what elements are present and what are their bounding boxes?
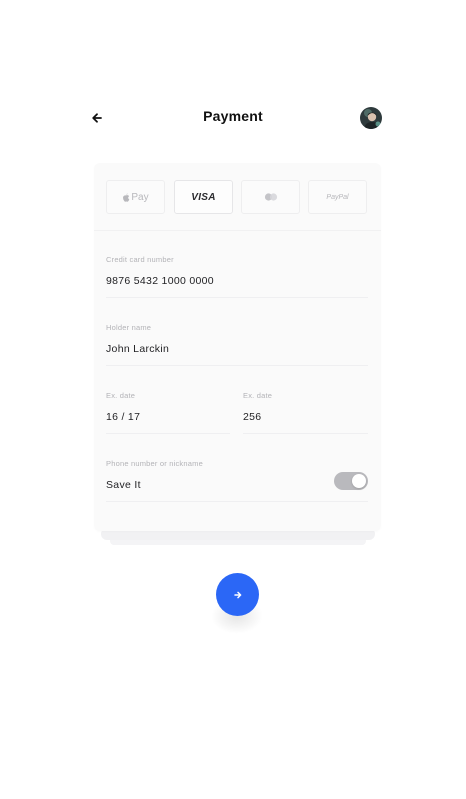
holder-name-input[interactable]: John Larckin (106, 343, 169, 355)
next-button[interactable] (216, 573, 259, 616)
save-text: Save It (106, 479, 141, 491)
cvv-label: Ex. date (243, 391, 273, 400)
visa-logo: VISA (191, 191, 216, 203)
page-title: Payment (203, 108, 263, 124)
mastercard-icon (264, 193, 277, 201)
method-mastercard[interactable] (241, 180, 300, 214)
cvv-input[interactable]: 256 (243, 411, 261, 423)
card-number-input[interactable]: 9876 5432 1000 0000 (106, 275, 214, 287)
paypal-logo: PayPal (326, 193, 349, 201)
payment-screen: Payment Pay VISA PayPal Credit card numb… (0, 0, 466, 799)
toggle-knob (352, 474, 366, 488)
payment-card: Pay VISA PayPal Credit card number 9876 … (94, 163, 381, 531)
method-paypal[interactable]: PayPal (308, 180, 367, 214)
card-number-label: Credit card number (106, 255, 174, 264)
arrow-right-icon (233, 591, 241, 598)
save-label: Phone number or nickname (106, 459, 203, 468)
holder-name-label: Holder name (106, 323, 152, 332)
field-underline (106, 365, 368, 366)
exp-date-input[interactable]: 16 / 17 (106, 411, 140, 423)
field-underline (106, 433, 230, 434)
method-apple-pay[interactable]: Pay (106, 180, 165, 214)
apple-icon (123, 192, 130, 202)
field-underline (106, 501, 368, 502)
method-visa[interactable]: VISA (174, 180, 233, 214)
user-avatar-icon (360, 107, 382, 129)
avatar[interactable] (360, 107, 382, 129)
exp-date-label: Ex. date (106, 391, 136, 400)
save-toggle[interactable] (334, 472, 368, 490)
apple-pay-label: Pay (131, 191, 149, 203)
divider (94, 230, 381, 231)
field-underline (243, 433, 368, 434)
field-underline (106, 297, 368, 298)
payment-methods: Pay VISA PayPal (106, 180, 368, 214)
